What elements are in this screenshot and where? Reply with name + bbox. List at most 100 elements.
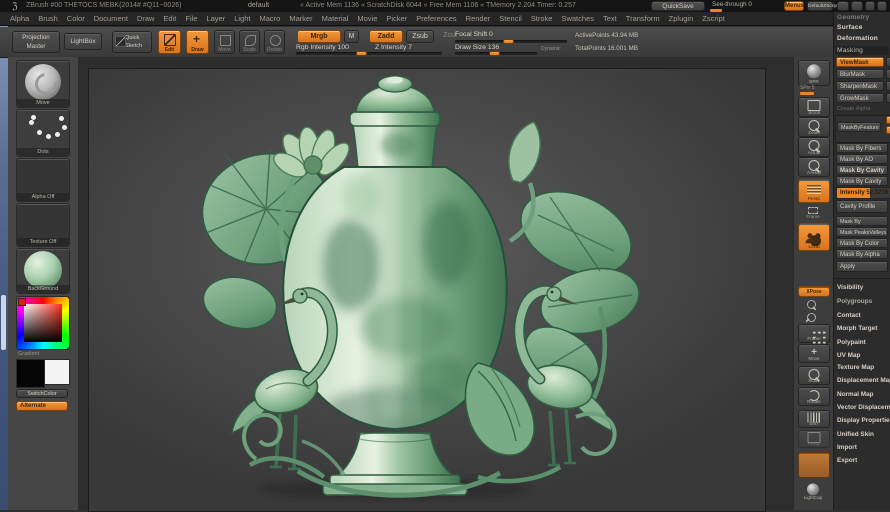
subpalette-export[interactable]: Export <box>837 457 857 464</box>
menu-picker[interactable]: Picker <box>386 14 407 23</box>
current-alpha-thumbnail[interactable]: Alpha Off <box>16 158 70 202</box>
menu-text[interactable]: Text <box>603 14 617 23</box>
main-color-swatch[interactable] <box>16 359 45 388</box>
subpalette-displacement-map[interactable]: Displacement Map <box>837 377 890 384</box>
draw-size-nub[interactable] <box>489 51 500 56</box>
gradient-label[interactable]: Gradient <box>18 351 39 357</box>
zoom-in-button[interactable] <box>806 299 817 310</box>
subpalette-masking[interactable]: Masking <box>837 47 863 54</box>
menus-button[interactable]: Menus <box>784 1 804 11</box>
subpalette-geometry[interactable]: Geometry <box>837 14 869 21</box>
subpalette-surface[interactable]: Surface <box>837 24 863 31</box>
lightcap-button[interactable]: LightCap <box>798 481 828 501</box>
zsub-button[interactable]: Zsub <box>406 30 434 43</box>
spix-slider[interactable] <box>800 92 814 95</box>
persp-dim-button[interactable]: Persp <box>798 430 830 448</box>
dynamic-label[interactable]: Dynamic <box>541 46 560 52</box>
sharpenmask-pair-button[interactable] <box>886 81 890 91</box>
m-button[interactable]: M <box>344 30 359 43</box>
projection-master-button[interactable]: Projection Master <box>12 31 60 53</box>
menu-alpha[interactable]: Alpha <box>10 14 29 23</box>
apply-button[interactable]: Apply <box>836 261 888 272</box>
menu-file[interactable]: File <box>185 14 197 23</box>
draw-size-slider[interactable] <box>455 51 537 56</box>
subpalette-vector-displacement[interactable]: Vector Displacement <box>837 404 890 411</box>
viewmask-button[interactable]: ViewMask <box>836 57 884 67</box>
subpalette-display-properties[interactable]: Display Properties <box>837 417 890 424</box>
local-button[interactable]: Local <box>798 223 830 251</box>
growmask-pair-button[interactable] <box>886 93 890 103</box>
current-brush-thumbnail[interactable]: Move <box>16 60 70 108</box>
current-material-thumbnail[interactable]: BackGround <box>16 248 70 294</box>
zoom-out-button[interactable] <box>806 312 817 323</box>
menu-preferences[interactable]: Preferences <box>416 14 456 23</box>
cavity-intensity-slider[interactable]: Intensity 52.3216 <box>836 187 890 199</box>
default-zscript-button[interactable]: DefaultZScript <box>807 1 838 11</box>
rotate-3d-button[interactable]: Rotate <box>798 387 830 406</box>
subpalette-deformation[interactable]: Deformation <box>837 35 878 42</box>
sat-val-square[interactable] <box>24 304 62 342</box>
alternate-button[interactable]: Alternate <box>16 401 68 411</box>
menu-light[interactable]: Light <box>234 14 250 23</box>
menu-render[interactable]: Render <box>466 14 491 23</box>
persp-button[interactable]: Persp <box>798 179 830 203</box>
zoom-button[interactable]: Zoom <box>798 117 830 137</box>
document-viewport[interactable] <box>88 68 766 512</box>
blurmask-button[interactable]: BlurMask <box>836 69 884 79</box>
menu-zplugin[interactable]: Zplugin <box>669 14 694 23</box>
mask-by-smoothness-button[interactable]: Mask By Smoothness <box>836 216 888 235</box>
menu-material[interactable]: Material <box>322 14 349 23</box>
actual-button[interactable]: Actual <box>798 137 830 157</box>
feature-toggle-1[interactable] <box>886 116 890 124</box>
cavity-profile-curve[interactable]: Cavity Profile <box>836 200 888 213</box>
subpalette-uv-map[interactable]: UV Map <box>837 352 860 359</box>
mrgb-button[interactable]: Mrgb <box>297 30 341 43</box>
switchcolor-button[interactable]: SwitchColor <box>16 389 68 398</box>
palette-cycle-icon[interactable] <box>851 1 863 11</box>
menu-marker[interactable]: Marker <box>289 14 312 23</box>
aahalf-button[interactable]: AAHalf <box>798 157 830 177</box>
secondary-color-swatch[interactable] <box>44 359 70 385</box>
sharpenmask-button[interactable]: SharpenMask <box>836 81 884 91</box>
menu-draw[interactable]: Draw <box>137 14 155 23</box>
menu-layer[interactable]: Layer <box>206 14 225 23</box>
subpalette-morph-target[interactable]: Morph Target <box>837 325 877 332</box>
blurmask-pair-button[interactable] <box>886 69 890 79</box>
menu-color[interactable]: Color <box>67 14 85 23</box>
doc-layout-icon[interactable] <box>865 1 875 11</box>
xpose-button[interactable]: XPose <box>798 286 830 297</box>
menu-brush[interactable]: Brush <box>38 14 58 23</box>
menu-zscript[interactable]: Zscript <box>702 14 725 23</box>
menu-transform[interactable]: Transform <box>626 14 660 23</box>
maskbyfeature-button[interactable]: MaskByFeature <box>837 122 881 132</box>
subpalette-polygroups[interactable]: Polygroups <box>837 298 872 305</box>
feature-toggle-2[interactable] <box>886 126 890 134</box>
subpalette-texture-map[interactable]: Texture Map <box>837 364 874 371</box>
focal-shift-nub[interactable] <box>503 39 514 44</box>
viewmask-pair-button[interactable] <box>886 57 890 67</box>
subpalette-visibility[interactable]: Visibility <box>837 284 863 291</box>
frame-button[interactable]: Frame <box>806 207 820 219</box>
current-stroke-thumbnail[interactable]: Dots <box>16 109 70 157</box>
move-3d-button[interactable]: + Move <box>798 344 830 363</box>
scale-3d-button[interactable]: Scale <box>798 366 830 385</box>
scroll-button[interactable]: Scroll <box>798 97 830 117</box>
menu-edit[interactable]: Edit <box>163 14 176 23</box>
mask-peaksvalleys-button[interactable]: Mask PeaksValleys <box>836 227 888 237</box>
subpalette-contact[interactable]: Contact <box>837 312 861 319</box>
mask-by-color-button[interactable]: Mask By Color <box>836 238 888 248</box>
mask-by-fibers-button[interactable]: Mask By Fibers <box>836 143 888 153</box>
menu-document[interactable]: Document <box>94 14 128 23</box>
smt-button[interactable]: SMT <box>798 410 830 428</box>
lightbox-button[interactable]: LightBox <box>64 33 102 50</box>
menu-stroke[interactable]: Stroke <box>531 14 553 23</box>
focal-shift-slider[interactable] <box>455 39 567 44</box>
growmask-button[interactable]: GrowMask <box>836 93 884 103</box>
color-picker[interactable] <box>16 296 70 350</box>
subpalette-import[interactable]: Import <box>837 444 857 451</box>
ui-config-icon[interactable] <box>877 1 887 11</box>
see-through-slider[interactable]: See-through 0 <box>710 0 770 12</box>
quicksave-button[interactable]: QuickSave <box>651 1 705 11</box>
rgb-intensity-nub[interactable] <box>356 51 367 56</box>
texture-swatch-button[interactable] <box>798 452 830 478</box>
